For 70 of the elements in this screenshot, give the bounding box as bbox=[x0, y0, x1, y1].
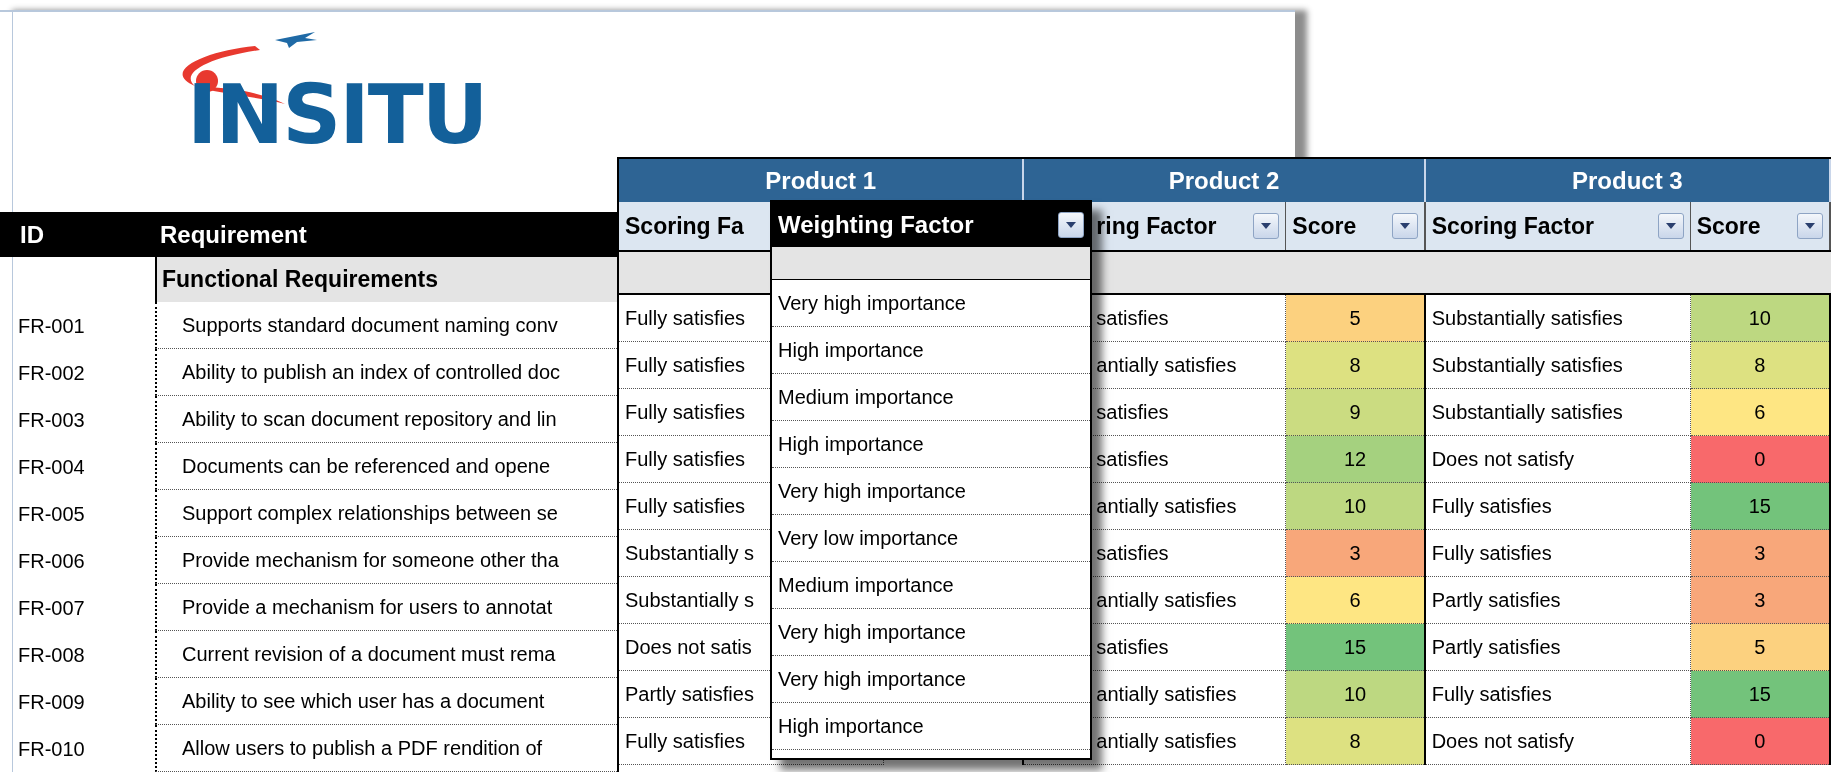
score-cell: 8 bbox=[1286, 718, 1424, 765]
column-header: Scoring Fa bbox=[625, 211, 744, 241]
score-cell: 8 bbox=[1286, 342, 1424, 389]
id-cell-text: FR-008 bbox=[17, 642, 86, 668]
scoring-factor-cell: Fully satisfies bbox=[1425, 530, 1691, 577]
id-cell-text: FR-004 bbox=[17, 454, 86, 480]
score-cell: 3 bbox=[1690, 577, 1829, 624]
id-cell-text: FR-005 bbox=[17, 501, 86, 527]
score-cell: 3 bbox=[1690, 530, 1829, 577]
weighting-option[interactable]: Very high importance bbox=[772, 656, 1090, 703]
scoring-factor-cell: Substantially satisfies bbox=[1425, 389, 1691, 436]
scoring-factor-cell: Partly satisfies bbox=[1425, 577, 1691, 624]
id-cell-text: FR-009 bbox=[17, 689, 86, 715]
caret-icon bbox=[1805, 223, 1815, 229]
section-header: Functional Requirements bbox=[155, 257, 617, 302]
scoring-factor-cell: Fully satisfies bbox=[1425, 483, 1691, 530]
id-cell-text: FR-010 bbox=[17, 736, 86, 762]
caret-icon bbox=[1066, 221, 1076, 228]
score-cell: 6 bbox=[1286, 577, 1424, 624]
caret-icon bbox=[1399, 223, 1410, 229]
id-cell-text: FR-003 bbox=[17, 407, 86, 433]
dropdown-button[interactable] bbox=[1391, 213, 1418, 239]
scoring-factor-cell: Does not satisfy bbox=[1425, 718, 1691, 765]
weighting-option[interactable]: High importance bbox=[772, 327, 1090, 374]
caret-icon bbox=[1665, 223, 1676, 229]
id-cell-text: FR-007 bbox=[17, 595, 86, 621]
weighting-option[interactable]: Very high importance bbox=[772, 280, 1090, 327]
weighting-option[interactable]: Very high importance bbox=[772, 609, 1090, 656]
weighting-option[interactable]: Medium importance bbox=[772, 562, 1090, 609]
id-cell-text: FR-002 bbox=[17, 360, 86, 386]
weighting-option[interactable]: Very high importance bbox=[772, 468, 1090, 515]
caret-icon bbox=[1261, 223, 1272, 229]
column-header: Score bbox=[1696, 211, 1761, 241]
dropdown-button[interactable] bbox=[1253, 213, 1280, 239]
score-cell: 10 bbox=[1286, 671, 1424, 718]
weighting-option[interactable]: High importance bbox=[772, 703, 1090, 750]
logo-text: INSITU bbox=[187, 74, 487, 156]
column-header: Scoring Factor bbox=[1431, 211, 1594, 241]
score-cell: 3 bbox=[1286, 530, 1424, 577]
scoring-factor-cell: Partly satisfies bbox=[1425, 624, 1691, 671]
score-cell: 15 bbox=[1690, 671, 1829, 718]
score-cell: 10 bbox=[1286, 483, 1424, 530]
score-cell: 10 bbox=[1690, 295, 1829, 342]
popup-header: Weighting Factor bbox=[778, 209, 974, 240]
weighting-option[interactable]: Very low importance bbox=[772, 515, 1090, 562]
column-header: ID bbox=[19, 219, 45, 250]
id-cell-text: FR-006 bbox=[17, 548, 86, 574]
score-cell: 15 bbox=[1690, 483, 1829, 530]
score-cell: 15 bbox=[1286, 624, 1424, 671]
weighting-option[interactable]: High importance bbox=[772, 421, 1090, 468]
scoring-factor-cell: Does not satisfy bbox=[1425, 436, 1691, 483]
score-cell: 12 bbox=[1286, 436, 1424, 483]
dropdown-button[interactable] bbox=[1657, 213, 1684, 239]
score-cell: 5 bbox=[1690, 624, 1829, 671]
score-cell: 9 bbox=[1286, 389, 1424, 436]
id-cell-text: FR-001 bbox=[17, 313, 86, 339]
score-cell: 0 bbox=[1690, 436, 1829, 483]
score-cell: 6 bbox=[1690, 389, 1829, 436]
weighting-option[interactable]: Medium importance bbox=[772, 374, 1090, 421]
scoring-factor-cell: Fully satisfies bbox=[1425, 671, 1691, 718]
dropdown-button[interactable] bbox=[1797, 213, 1823, 239]
column-header: Requirement bbox=[159, 219, 307, 250]
scoring-factor-cell: Substantially satisfies bbox=[1425, 342, 1691, 389]
score-cell: 8 bbox=[1690, 342, 1829, 389]
scoring-factor-cell: Substantially satisfies bbox=[1425, 295, 1691, 342]
column-header: Score bbox=[1292, 211, 1357, 241]
score-cell: 0 bbox=[1690, 718, 1829, 765]
column-header: ring Factor bbox=[1096, 211, 1217, 241]
dropdown-button[interactable] bbox=[1058, 211, 1084, 238]
score-cell: 5 bbox=[1286, 295, 1424, 342]
